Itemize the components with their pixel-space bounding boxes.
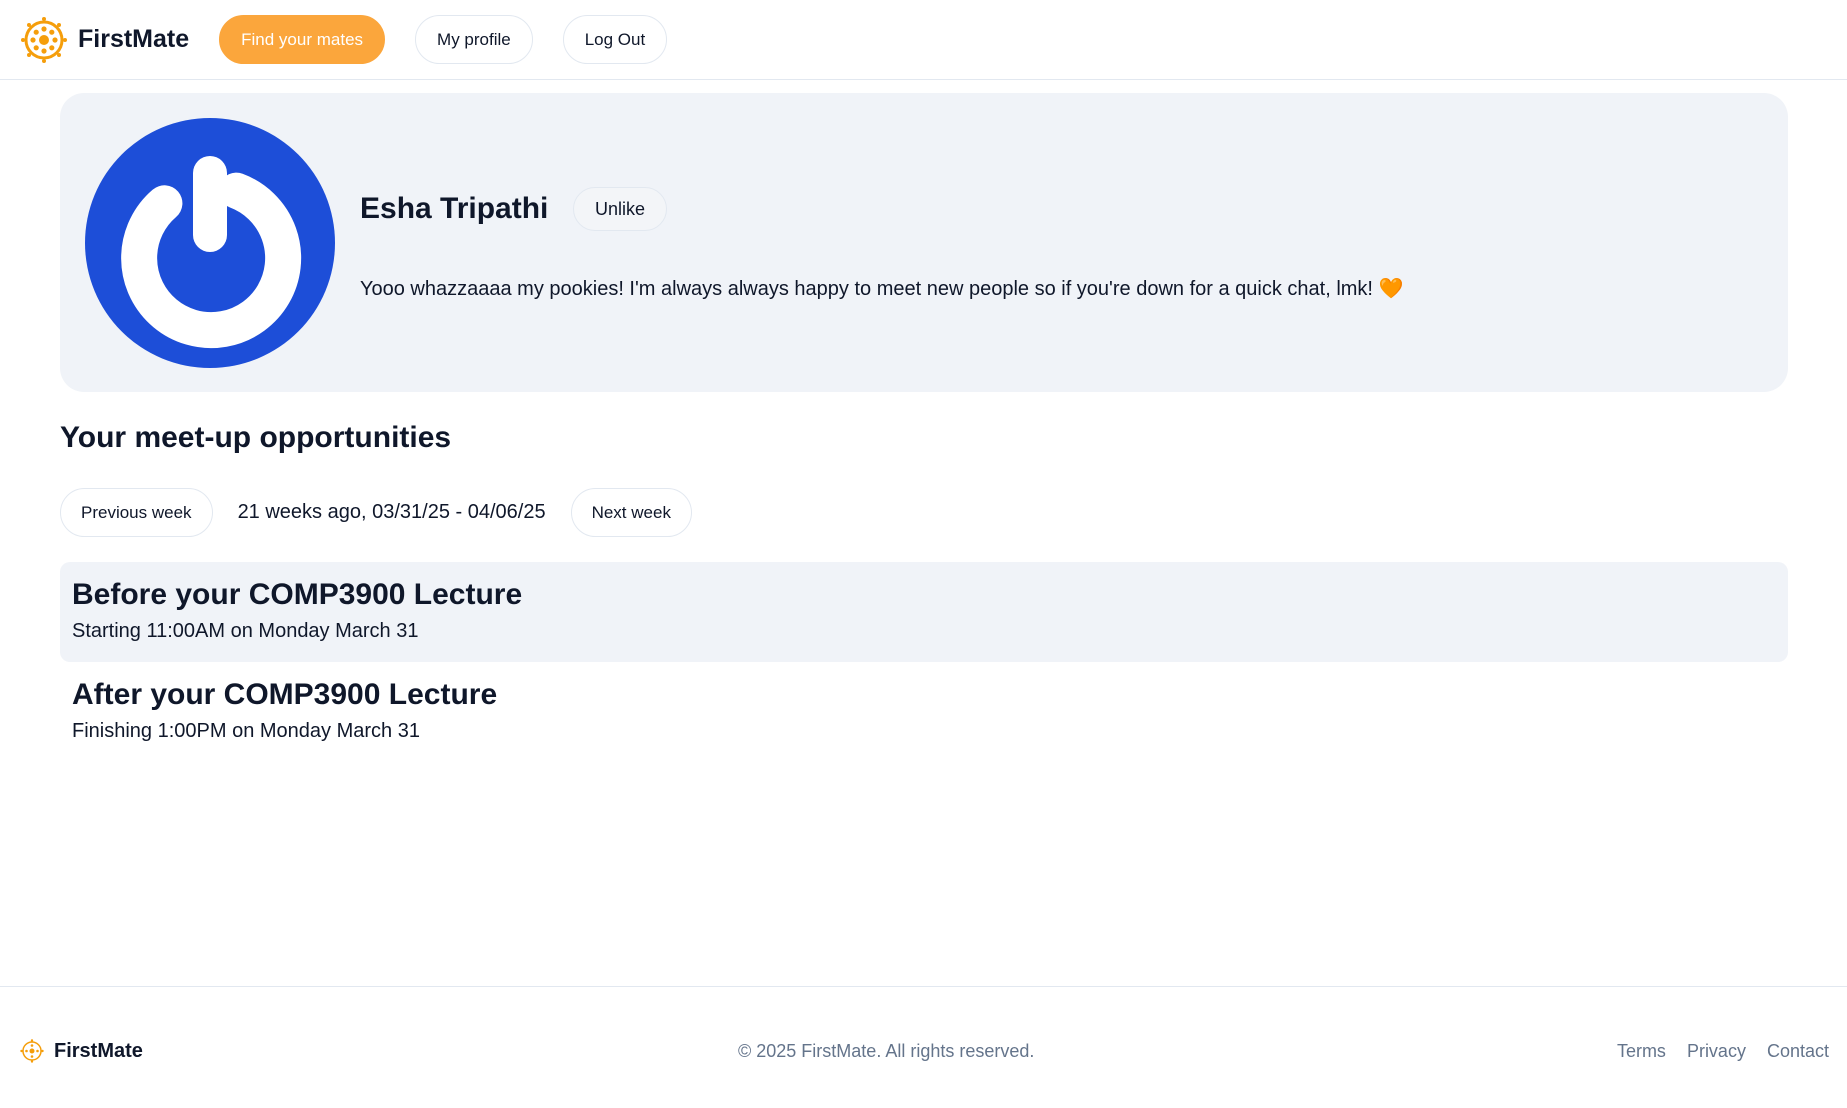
meetup-item[interactable]: After your COMP3900 Lecture Finishing 1:… xyxy=(60,662,1788,762)
meetup-item[interactable]: Before your COMP3900 Lecture Starting 11… xyxy=(60,562,1788,662)
top-navbar: FirstMate Find your mates My profile Log… xyxy=(0,0,1847,80)
week-navigator: Previous week 21 weeks ago, 03/31/25 - 0… xyxy=(60,488,692,537)
log-out-button[interactable]: Log Out xyxy=(562,15,668,64)
meetup-title: After your COMP3900 Lecture xyxy=(72,678,498,711)
meetup-time: Starting 11:00AM on Monday March 31 xyxy=(72,620,419,642)
meetup-time: Finishing 1:00PM on Monday March 31 xyxy=(72,720,420,742)
profile-bio: Yooo whazzaaaa my pookies! I'm always al… xyxy=(360,278,1404,300)
next-week-button[interactable]: Next week xyxy=(570,488,692,537)
footer-link-privacy[interactable]: Privacy xyxy=(1687,1039,1746,1063)
footer: FirstMate © 2025 FirstMate. All rights r… xyxy=(0,986,1847,1108)
power-icon xyxy=(121,156,302,349)
meetup-title: Before your COMP3900 Lecture xyxy=(72,578,523,611)
avatar xyxy=(85,118,335,368)
previous-week-button[interactable]: Previous week xyxy=(60,488,213,537)
footer-link-terms[interactable]: Terms xyxy=(1617,1039,1666,1063)
brand-name: FirstMate xyxy=(78,25,190,53)
brand-logo-link[interactable]: FirstMate xyxy=(20,16,189,64)
my-profile-button[interactable]: My profile xyxy=(415,15,533,64)
week-range-label: 21 weeks ago, 03/31/25 - 04/06/25 xyxy=(237,501,546,523)
profile-name: Esha Tripathi xyxy=(360,192,549,225)
sun-wheel-icon xyxy=(20,1039,44,1063)
find-mates-button[interactable]: Find your mates xyxy=(219,15,386,64)
section-title: Your meet-up opportunities xyxy=(60,421,452,454)
profile-card: Esha Tripathi Unlike Yooo whazzaaaa my p… xyxy=(60,93,1788,392)
footer-links: Terms Privacy Contact xyxy=(1617,1039,1829,1063)
unlike-button[interactable]: Unlike xyxy=(573,187,668,231)
sun-wheel-icon xyxy=(21,16,67,63)
footer-brand-name: FirstMate xyxy=(54,1039,143,1062)
footer-brand[interactable]: FirstMate xyxy=(20,1039,143,1063)
copyright-text: © 2025 FirstMate. All rights reserved. xyxy=(738,1041,1035,1061)
footer-link-contact[interactable]: Contact xyxy=(1767,1039,1829,1063)
